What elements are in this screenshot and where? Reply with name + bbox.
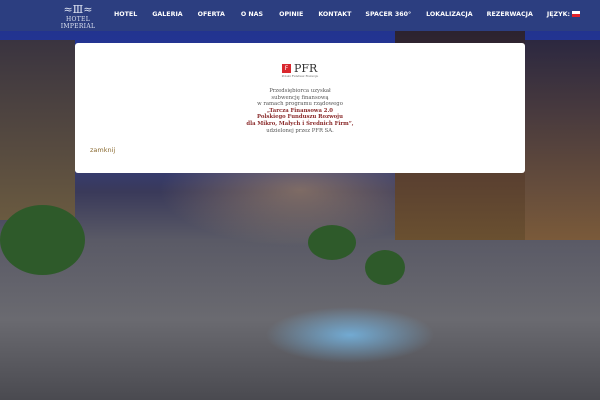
flag-pl-icon (572, 11, 581, 17)
logo-text: HOTEL IMPERIAL (60, 16, 96, 30)
background-building-left (0, 40, 75, 220)
close-modal-link[interactable]: zamknij (90, 146, 115, 154)
nav-hotel[interactable]: HOTEL (114, 11, 137, 18)
nav-opinie[interactable]: OPINIE (279, 11, 303, 18)
message-program-line: „Tarcza Finansowa 2.0 (266, 107, 333, 114)
background-tree (0, 205, 85, 275)
top-navigation: ≈Ⅲ≈ HOTEL IMPERIAL HOTEL GALERIA OFERTA … (0, 0, 600, 31)
background-building-right (525, 40, 600, 240)
background-tree (308, 225, 356, 260)
hotel-logo[interactable]: ≈Ⅲ≈ HOTEL IMPERIAL (52, 3, 104, 30)
message-line: udzielonej przez PFR SA. (266, 127, 334, 134)
nav-rezerwacja[interactable]: REZERWACJA (487, 11, 533, 18)
nav-o-nas[interactable]: O NAS (241, 11, 263, 18)
message-program-line: dla Mikro, Małych i Średnich Firm”, (246, 120, 354, 127)
logo-emblem-icon: ≈Ⅲ≈ (63, 3, 93, 16)
nav-oferta[interactable]: OFERTA (198, 11, 225, 18)
nav-spacer-360[interactable]: SPACER 360° (365, 11, 411, 18)
language-label: JĘZYK: (546, 11, 571, 18)
message-line: Przedsiębiorca uzyskał (269, 88, 331, 94)
nav-lokalizacja[interactable]: LOKALIZACJA (426, 11, 473, 18)
nav-galeria[interactable]: GALERIA (152, 11, 182, 18)
message-line: w ramach programu rządowego (257, 101, 343, 108)
pfr-mark-icon: F (282, 64, 291, 73)
message-program-line: Polskiego Funduszu Rozwoju (257, 114, 343, 121)
pfr-logo-subtitle: Polski Fundusz Rozwoju (281, 74, 319, 78)
subsidy-message: Przedsiębiorca uzyskał subwencję finanso… (220, 88, 380, 134)
nav-language[interactable]: JĘZYK: (546, 11, 581, 18)
background-tree (365, 250, 405, 285)
message-line: subwencję finansową (271, 94, 329, 101)
nav-kontakt[interactable]: KONTAKT (318, 11, 351, 18)
